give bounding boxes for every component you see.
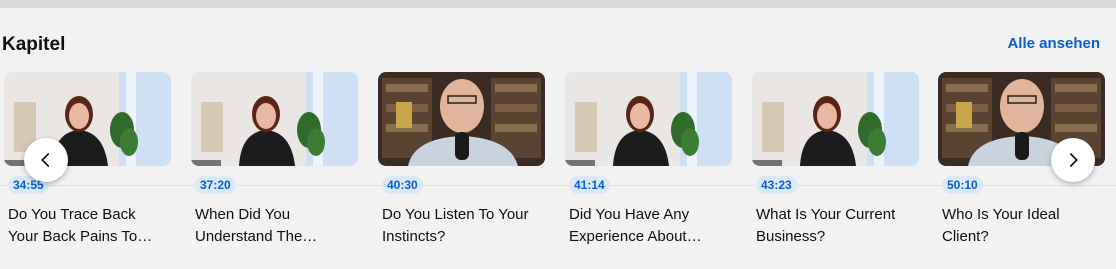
see-all-link[interactable]: Alle ansehen bbox=[1007, 35, 1100, 52]
woman-speaker-thumbnail bbox=[191, 72, 358, 166]
chapters-header: Kapitel Alle ansehen bbox=[0, 30, 1116, 60]
chapter-title[interactable]: What Is Your Current Business? bbox=[756, 204, 914, 248]
next-button[interactable] bbox=[1051, 138, 1095, 182]
chapter-timestamp: 41:14 bbox=[569, 176, 610, 194]
previous-button[interactable] bbox=[24, 138, 68, 182]
chapter-card[interactable]: 43:23 What Is Your Current Business? bbox=[752, 72, 919, 252]
chapter-title[interactable]: Did You Have Any Experience About… bbox=[569, 204, 727, 248]
chevron-left-icon bbox=[41, 153, 50, 167]
woman-speaker-thumbnail bbox=[565, 72, 732, 166]
chapter-card[interactable]: 40:30 Do You Listen To Your Instincts? bbox=[378, 72, 545, 252]
chapter-card[interactable]: 37:20 When Did You Understand The… bbox=[191, 72, 358, 252]
chapter-timestamp: 37:20 bbox=[195, 176, 236, 194]
chapter-timestamp: 50:10 bbox=[942, 176, 983, 194]
top-divider bbox=[0, 0, 1116, 8]
chapter-list: 34:55 Do You Trace Back Your Back Pains … bbox=[0, 72, 1116, 262]
chevron-right-icon bbox=[1069, 153, 1078, 167]
chapter-title[interactable]: When Did You Understand The… bbox=[195, 204, 353, 248]
chapter-card[interactable]: 41:14 Did You Have Any Experience About… bbox=[565, 72, 732, 252]
woman-speaker-thumbnail bbox=[752, 72, 919, 166]
chapter-title[interactable]: Do You Listen To Your Instincts? bbox=[382, 204, 540, 248]
chapter-thumbnail[interactable] bbox=[752, 72, 919, 166]
chapter-thumbnail[interactable] bbox=[378, 72, 545, 166]
man-speaker-thumbnail bbox=[378, 72, 545, 166]
chapter-timestamp: 43:23 bbox=[756, 176, 797, 194]
chapter-title[interactable]: Do You Trace Back Your Back Pains To… bbox=[8, 204, 166, 248]
chapter-thumbnail[interactable] bbox=[191, 72, 358, 166]
chapter-thumbnail[interactable] bbox=[565, 72, 732, 166]
section-title: Kapitel bbox=[2, 34, 66, 55]
chapter-timestamp: 40:30 bbox=[382, 176, 423, 194]
chapter-title[interactable]: Who Is Your Ideal Client? bbox=[942, 204, 1100, 248]
